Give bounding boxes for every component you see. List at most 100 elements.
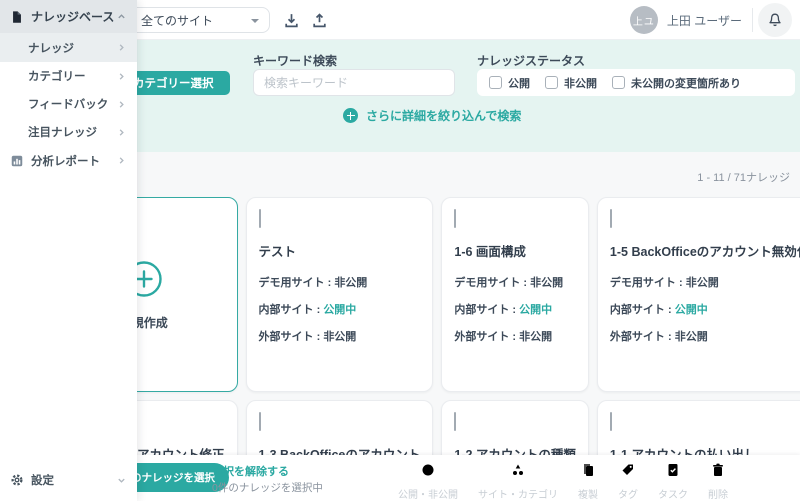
status-checkbox-group: 公開 非公開 未公開の変更箇所あり: [477, 69, 795, 96]
user-menu[interactable]: 上ユ 上田 ユーザー: [630, 0, 742, 40]
notifications-button[interactable]: [758, 3, 792, 37]
copy-icon: [580, 462, 596, 483]
card-field: 内部サイト : 公開中: [454, 297, 576, 324]
card-field: 内部サイト : 公開中: [259, 297, 421, 324]
card-title: テスト: [259, 241, 421, 260]
knowledge-card[interactable]: 1-1 アカウントの払い出し: [597, 400, 800, 455]
knowledge-status-label: ナレッジステータス: [477, 52, 585, 69]
bulk-action-task[interactable]: タスク: [658, 462, 688, 501]
download-button[interactable]: [283, 12, 300, 29]
sidebar-item-3[interactable]: フィードバック: [0, 90, 137, 118]
sidebar-item-label: 分析レポート: [31, 153, 100, 169]
bulk-action-tag[interactable]: タグ: [618, 462, 638, 501]
sidebar-item-0[interactable]: ナレッジベース: [0, 0, 137, 33]
card-field: 外部サイト : 非公開: [454, 324, 576, 351]
sidebar: ナレッジベースナレッジカテゴリーフィードバック注目ナレッジ分析レポート設定: [0, 0, 137, 501]
field-value: 公開中: [519, 304, 552, 316]
tag-icon: [620, 462, 636, 483]
bulk-action-site-category[interactable]: サイト・カテゴリ: [478, 462, 558, 501]
bulk-actions: 公開・非公開 サイト・カテゴリ 複製 タグ タスク 削除: [398, 462, 728, 501]
upload-icon: [311, 12, 328, 29]
sidebar-item-4[interactable]: 注目ナレッジ: [0, 118, 137, 146]
card-title: 1-2 アカウントの種類: [454, 444, 576, 455]
globe-icon: [420, 462, 436, 483]
result-counter: 1 - 11 / 71ナレッジ: [697, 169, 790, 185]
sidebar-settings-label: 設定: [31, 472, 54, 488]
status-checkbox[interactable]: 非公開: [545, 75, 597, 91]
field-value: 公開中: [675, 304, 708, 316]
plus-circle-icon: [343, 108, 358, 123]
card-checkbox[interactable]: [259, 209, 261, 228]
card-checkbox[interactable]: [259, 412, 261, 431]
field-value: 非公開: [334, 277, 367, 289]
site-category-icon: [510, 462, 526, 483]
card-title: 1-1 アカウントの払い出し: [610, 444, 800, 455]
analytics-icon: [10, 154, 24, 168]
card-fields: デモ用サイト : 非公開内部サイト : 公開中外部サイト : 非公開: [610, 270, 800, 351]
checkbox-icon: [489, 76, 502, 89]
knowledge-card[interactable]: テストデモ用サイト : 非公開内部サイト : 公開中外部サイト : 非公開: [246, 197, 434, 392]
deselect-link[interactable]: 選択を解除する: [212, 463, 289, 479]
card-checkbox[interactable]: [454, 412, 456, 431]
download-icon: [283, 12, 300, 29]
field-value: 非公開: [530, 277, 563, 289]
knowledge-card[interactable]: 1-2 アカウントの種類: [441, 400, 589, 455]
card-field: 外部サイト : 非公開: [259, 324, 421, 351]
field-value: 公開中: [323, 304, 356, 316]
status-checkbox[interactable]: 公開: [489, 75, 530, 91]
sidebar-item-label: ナレッジベース: [31, 8, 114, 25]
knowledge-card[interactable]: 1-3 BackOfficeのアカウント: [246, 400, 434, 455]
status-checkbox[interactable]: 未公開の変更箇所あり: [612, 75, 741, 91]
chevron-right-icon: [117, 72, 126, 81]
chevron-down-icon: [251, 19, 259, 23]
card-field: デモ用サイト : 非公開: [610, 270, 800, 297]
field-label: 内部サイト :: [610, 304, 672, 316]
field-value: 非公開: [519, 331, 552, 343]
card-checkbox[interactable]: [610, 209, 612, 228]
sidebar-item-label: フィードバック: [28, 96, 108, 112]
card-title: 1-3 BackOfficeのアカウント: [259, 444, 421, 455]
field-label: デモ用サイト :: [610, 277, 683, 289]
card-title: 1-6 画面構成: [454, 241, 576, 260]
sidebar-item-1[interactable]: ナレッジ: [0, 33, 137, 62]
card-checkbox[interactable]: [454, 209, 456, 228]
card-title: 1-5 BackOfficeのアカウント無効化: [610, 241, 800, 260]
sidebar-item-label: ナレッジ: [28, 40, 74, 56]
chevron-right-icon: [117, 128, 126, 137]
selection-count: 0件のナレッジを選択中: [212, 480, 323, 495]
upload-button[interactable]: [311, 12, 328, 29]
advanced-search-link[interactable]: さらに詳細を絞り込んで検索: [343, 107, 521, 124]
checkbox-icon: [545, 76, 558, 89]
chevron-right-icon: [117, 43, 126, 52]
card-field: デモ用サイト : 非公開: [259, 270, 421, 297]
sidebar-item-5[interactable]: 分析レポート: [0, 146, 137, 175]
field-value: 非公開: [675, 331, 708, 343]
field-label: 外部サイト :: [259, 331, 321, 343]
document-icon: [10, 10, 24, 24]
knowledge-card[interactable]: 1-5 BackOfficeのアカウント無効化デモ用サイト : 非公開内部サイト…: [597, 197, 800, 392]
bulk-action-copy[interactable]: 複製: [578, 462, 598, 501]
card-field: デモ用サイト : 非公開: [454, 270, 576, 297]
keyword-search-label: キーワード検索: [253, 52, 337, 69]
app-window: 全てのサイト 上ユ 上田 ユーザー カテゴリー選択 キーワード検索 ナレッジステ…: [0, 0, 800, 501]
field-label: 外部サイト :: [610, 331, 672, 343]
card-fields: デモ用サイト : 非公開内部サイト : 公開中外部サイト : 非公開: [454, 270, 576, 351]
field-value: 非公開: [323, 331, 356, 343]
trash-icon: [710, 462, 726, 483]
bulk-action-globe[interactable]: 公開・非公開: [398, 462, 458, 501]
sidebar-item-label: 注目ナレッジ: [28, 124, 97, 140]
gear-icon: [10, 473, 24, 487]
advanced-search-label: さらに詳細を絞り込んで検索: [366, 107, 521, 124]
bulk-action-trash[interactable]: 削除: [708, 462, 728, 501]
card-field: 内部サイト : 公開中: [610, 297, 800, 324]
sidebar-item-settings[interactable]: 設定: [0, 459, 137, 501]
field-label: 内部サイト :: [454, 304, 516, 316]
keyword-search-input[interactable]: [253, 69, 455, 96]
card-checkbox[interactable]: [610, 412, 612, 431]
checkbox-icon: [612, 76, 625, 89]
site-select-dropdown[interactable]: 全てのサイト: [118, 7, 270, 33]
sidebar-item-2[interactable]: カテゴリー: [0, 62, 137, 90]
sidebar-item-label: カテゴリー: [28, 68, 86, 84]
knowledge-card-grid: 新規作成テストデモ用サイト : 非公開内部サイト : 公開中外部サイト : 非公…: [50, 197, 795, 455]
knowledge-card[interactable]: 1-6 画面構成デモ用サイト : 非公開内部サイト : 公開中外部サイト : 非…: [441, 197, 589, 392]
